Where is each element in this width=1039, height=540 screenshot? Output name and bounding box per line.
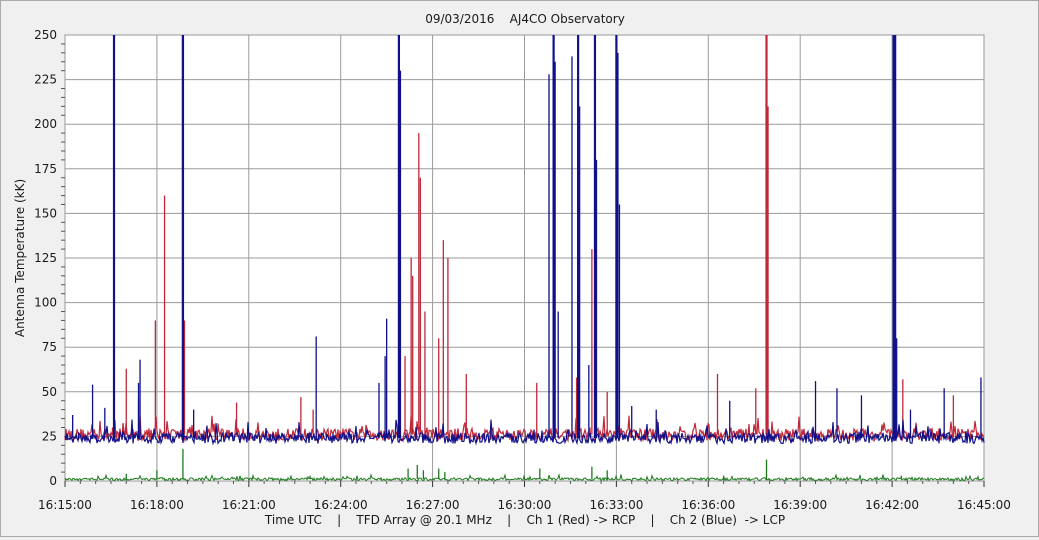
x-tick-label: 16:36:00 — [681, 498, 735, 512]
antenna-temperature-chart: 0255075100125150175200225250 16:15:00 16:… — [13, 12, 1011, 527]
y-tick-label: 50 — [42, 385, 57, 399]
x-tick-label: 16:39:00 — [773, 498, 827, 512]
y-tick-label: 75 — [42, 340, 57, 354]
x-tick-label: 16:15:00 — [38, 498, 92, 512]
y-tick-label: 150 — [34, 206, 57, 220]
x-tick-label: 16:33:00 — [589, 498, 643, 512]
y-tick-label: 0 — [49, 474, 57, 488]
x-tick-label: 16:24:00 — [314, 498, 368, 512]
x-tick-labels: 16:15:00 16:18:00 16:21:00 16:24:00 16:27:00… — [38, 498, 1011, 512]
y-tick-label: 200 — [34, 117, 57, 131]
chart-window: 0 25 50 75 100 125 150 175 200 225 250 16:15:00 16:… — [0, 0, 1039, 537]
x-tick-label: 16:27:00 — [406, 498, 460, 512]
y-tick-label: 225 — [34, 73, 57, 87]
x-tick-label: 16:42:00 — [865, 498, 919, 512]
x-tick-label: 16:21:00 — [222, 498, 276, 512]
x-tick-label: 16:30:00 — [498, 498, 552, 512]
y-tick-label: 25 — [42, 429, 57, 443]
x-axis-label: Time UTC | TFD Array @ 20.1 MHz | Ch 1 (… — [264, 513, 785, 527]
y-axis-label: Antenna Temperature (kK) — [13, 179, 27, 337]
y-tick-label: 100 — [34, 296, 57, 310]
x-tick-label: 16:18:00 — [130, 498, 184, 512]
chart-title: 09/03/2016 AJ4CO Observatory — [425, 12, 625, 26]
x-tick-label: 16:45:00 — [957, 498, 1011, 512]
y-tick-label: 125 — [34, 251, 57, 265]
y-tick-label: 175 — [34, 162, 57, 176]
y-tick-label: 250 — [34, 28, 57, 42]
y-tick-labels: 0 25 50 75 100 125 150 175 200 225 250 — [34, 28, 57, 488]
